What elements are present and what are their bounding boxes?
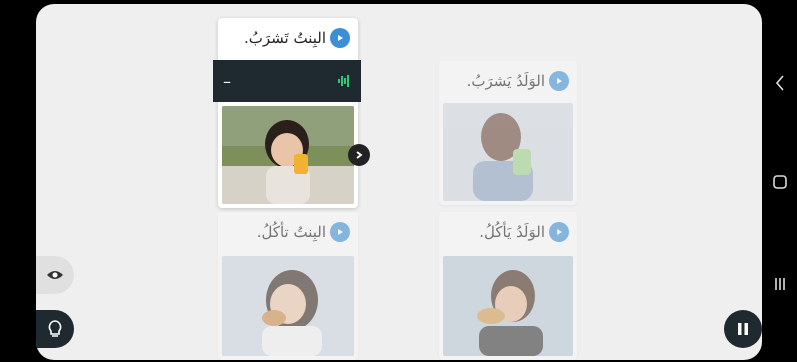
chevron-right-icon <box>356 151 363 159</box>
pause-icon <box>738 323 748 335</box>
caption-text: البِنتُ تَشرَبُ. <box>243 29 326 47</box>
recents-button[interactable] <box>762 264 797 304</box>
girl-eating-photo <box>222 256 354 356</box>
card-girl-drinks[interactable]: البِنتُ تَشرَبُ. <box>218 18 370 208</box>
boy-drinking-photo <box>443 103 573 201</box>
back-button[interactable] <box>762 63 797 103</box>
caption-text: الوَلَدُ يَأكُلُ. <box>479 223 545 241</box>
card-boy-eats[interactable]: الوَلَدُ يَأكُلُ. <box>439 212 577 360</box>
speaker-icon[interactable] <box>549 71 569 91</box>
next-button[interactable] <box>348 144 370 166</box>
caption-text: الوَلَدُ يَشرَبُ. <box>466 72 545 90</box>
home-icon <box>772 175 787 189</box>
eye-icon <box>47 271 63 279</box>
caption-text: البِنتُ تأكُلُ. <box>256 223 326 241</box>
show-translation-button[interactable] <box>36 256 74 294</box>
system-nav-bar <box>762 0 797 362</box>
card-caption: البِنتُ تأكُلُ. <box>257 218 350 246</box>
audio-recording-bar[interactable]: – <box>213 60 361 102</box>
recents-icon <box>774 278 785 290</box>
card-caption: البِنتُ تَشرَبُ. <box>244 24 350 52</box>
card-boy-drinks[interactable]: الوَلَدُ يَشرَبُ. <box>439 61 577 205</box>
lightbulb-icon <box>48 320 62 337</box>
home-button[interactable] <box>762 162 797 202</box>
girl-drinking-photo <box>222 106 354 204</box>
speaker-icon[interactable] <box>330 28 350 48</box>
chevron-left-icon <box>775 75 784 91</box>
card-caption: الوَلَدُ يَشرَبُ. <box>467 67 569 95</box>
boy-eating-photo <box>443 256 573 356</box>
exercise-screen: البِنتُ تَشرَبُ. – الوَلَدُ يَشرَبُ. الب… <box>36 4 762 360</box>
hint-button[interactable] <box>36 310 74 348</box>
minus-button[interactable]: – <box>223 72 231 91</box>
card-caption: الوَلَدُ يَأكُلُ. <box>479 218 569 246</box>
speaker-icon[interactable] <box>330 222 350 242</box>
speaker-icon[interactable] <box>549 222 569 242</box>
pause-button[interactable] <box>724 310 762 348</box>
audio-wave-icon <box>338 75 349 87</box>
card-girl-eats[interactable]: البِنتُ تأكُلُ. <box>218 212 358 360</box>
